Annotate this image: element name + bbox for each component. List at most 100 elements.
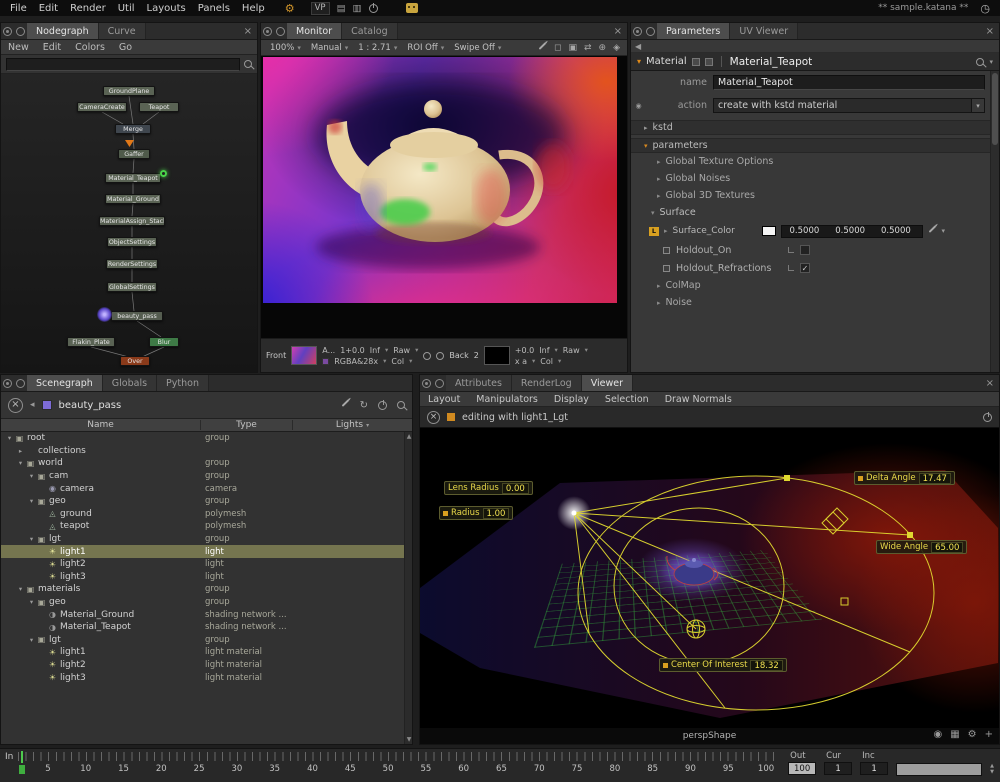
pane-menu-icon[interactable]: [633, 27, 642, 36]
scenegraph-row[interactable]: ▾ ▣ world group: [1, 457, 412, 470]
frame-number[interactable]: 15: [105, 764, 143, 774]
pixel-probe-icon[interactable]: ⊕: [599, 43, 607, 53]
scenegraph-row[interactable]: ◬ ground polymesh: [1, 508, 412, 521]
frame-number[interactable]: 60: [445, 764, 483, 774]
tab[interactable]: Catalog: [342, 23, 397, 39]
front-thumbnail[interactable]: [291, 346, 317, 365]
camera-shape-name[interactable]: perspShape: [683, 731, 737, 741]
expander-icon[interactable]: ▾: [27, 535, 36, 543]
save-icon[interactable]: ▤: [337, 3, 346, 14]
frame-number[interactable]: 20: [142, 764, 180, 774]
back-col[interactable]: Col: [540, 357, 553, 366]
scenegraph-row[interactable]: ▾ ▣ geo group: [1, 495, 412, 508]
frame-number[interactable]: 40: [294, 764, 332, 774]
column-name[interactable]: Name: [1, 420, 201, 430]
front-col[interactable]: Col: [391, 357, 404, 366]
scenegraph-row[interactable]: ☀ light1 light: [1, 545, 412, 558]
menu-item[interactable]: Draw Normals: [657, 394, 740, 405]
frame-number[interactable]: 55: [407, 764, 445, 774]
manipulator-power-icon[interactable]: [983, 413, 992, 422]
chevron-down-icon[interactable]: ▾: [989, 58, 993, 66]
scenegraph-row[interactable]: ▾ ▣ materials group: [1, 583, 412, 596]
menu-item[interactable]: Util: [112, 2, 141, 15]
pane-menu-icon[interactable]: [3, 27, 12, 36]
scrollbar[interactable]: ▲ ▼: [404, 432, 412, 744]
frame-number[interactable]: 5: [29, 764, 67, 774]
tab[interactable]: Globals: [103, 375, 157, 391]
graph-node[interactable]: Gaffer: [118, 149, 150, 159]
scrollbar-thumb[interactable]: [992, 73, 998, 145]
toolbar-dropdown[interactable]: Manual▾: [306, 43, 353, 53]
scenegraph-row[interactable]: ▾ ▣ cam group: [1, 470, 412, 483]
expander-icon[interactable]: ▾: [27, 636, 36, 644]
frame-number[interactable]: 45: [331, 764, 369, 774]
scenegraph-row[interactable]: ☀ light3 light material: [1, 671, 412, 684]
render-queue-icon[interactable]: ▥: [353, 3, 362, 14]
annotate-pen-icon[interactable]: [539, 42, 547, 50]
menu-item[interactable]: Edit: [36, 42, 68, 53]
expander-icon[interactable]: ▸: [16, 447, 25, 455]
scenegraph-row[interactable]: ▾ ▣ root group: [1, 432, 412, 445]
close-icon[interactable]: ×: [609, 25, 627, 38]
holdout-on-checkbox[interactable]: [800, 245, 810, 255]
expander-icon[interactable]: ▾: [16, 585, 25, 593]
manipulator-label[interactable]: Center Of Interest 18.32: [659, 658, 787, 672]
expander-icon[interactable]: ▾: [5, 434, 14, 442]
playhead[interactable]: [21, 751, 23, 763]
scenegraph-row[interactable]: ◬ teapot polymesh: [1, 520, 412, 533]
tab[interactable]: Curve: [99, 23, 146, 39]
scrollbar[interactable]: [990, 71, 999, 372]
tab[interactable]: RenderLog: [512, 375, 582, 391]
frame-number[interactable]: 90: [672, 764, 710, 774]
action-dropdown[interactable]: create with kstd material ▾: [713, 98, 985, 113]
node-search-input[interactable]: [6, 58, 240, 71]
pane-float-icon[interactable]: [16, 27, 25, 36]
out-frame-field[interactable]: 100: [788, 762, 816, 775]
menu-item[interactable]: Manipulators: [468, 394, 546, 405]
teapot-proxy[interactable]: [660, 551, 728, 591]
scenegraph-row[interactable]: ▸ collections: [1, 445, 412, 458]
compare-icon[interactable]: ◈: [613, 43, 620, 53]
back-exposure[interactable]: +0.0: [515, 346, 534, 355]
tab[interactable]: Python: [157, 375, 209, 391]
scenegraph-row[interactable]: ▾ ▣ lgt group: [1, 634, 412, 647]
link-b-icon[interactable]: [436, 352, 444, 360]
nodegraph-canvas[interactable]: GroundPlaneCameraCreateTeapotMergeGaffer…: [1, 74, 257, 372]
pane-menu-icon[interactable]: [3, 379, 12, 388]
front-exposure[interactable]: 1+0.0: [340, 346, 365, 355]
search-icon[interactable]: [976, 58, 984, 66]
kstd-section-header[interactable]: ▸ kstd: [631, 120, 999, 135]
manipulator-label[interactable]: Wide Angle 65.00: [876, 540, 967, 554]
history-back-icon[interactable]: ◀: [635, 42, 641, 51]
frame-number[interactable]: 75: [558, 764, 596, 774]
surface-section-header[interactable]: ▾ Surface: [631, 204, 999, 221]
expander-icon[interactable]: ▾: [27, 497, 36, 505]
menu-item[interactable]: File: [4, 2, 33, 15]
holdout-refractions-checkbox[interactable]: ✓: [800, 263, 810, 273]
label-value[interactable]: 17.47: [919, 473, 951, 484]
graph-node[interactable]: MaterialAssign_Stack: [99, 216, 165, 226]
graph-node[interactable]: CameraCreate: [77, 102, 127, 112]
menu-item[interactable]: Render: [64, 2, 112, 15]
pane-float-icon[interactable]: [646, 27, 655, 36]
color-component-value[interactable]: 0.5000: [790, 226, 820, 236]
frame-number[interactable]: 35: [256, 764, 294, 774]
label-value[interactable]: 1.00: [483, 508, 510, 519]
collapse-arrow-icon[interactable]: ▾: [637, 57, 641, 66]
close-icon[interactable]: ×: [239, 25, 257, 38]
history-back-icon[interactable]: ◂: [30, 400, 35, 410]
scroll-up-icon[interactable]: ▲: [405, 432, 412, 441]
front-inf[interactable]: Inf: [370, 346, 380, 355]
param-group-row[interactable]: ▸ Noise: [631, 294, 999, 311]
graph-node[interactable]: ObjectSettings: [107, 237, 157, 247]
tab[interactable]: Scenegraph: [27, 375, 103, 391]
graph-node[interactable]: GroundPlane: [103, 86, 155, 96]
pane-float-icon[interactable]: [16, 379, 25, 388]
front-raw[interactable]: Raw: [393, 346, 410, 355]
graph-node[interactable]: Teapot: [139, 102, 179, 112]
manipulator-label[interactable]: Delta Angle 17.47: [854, 471, 955, 485]
tab[interactable]: Parameters: [657, 23, 730, 39]
search-icon[interactable]: [397, 401, 405, 409]
refresh-icon[interactable]: ↻: [360, 400, 368, 411]
toolbar-dropdown[interactable]: 100%▾: [265, 43, 306, 53]
